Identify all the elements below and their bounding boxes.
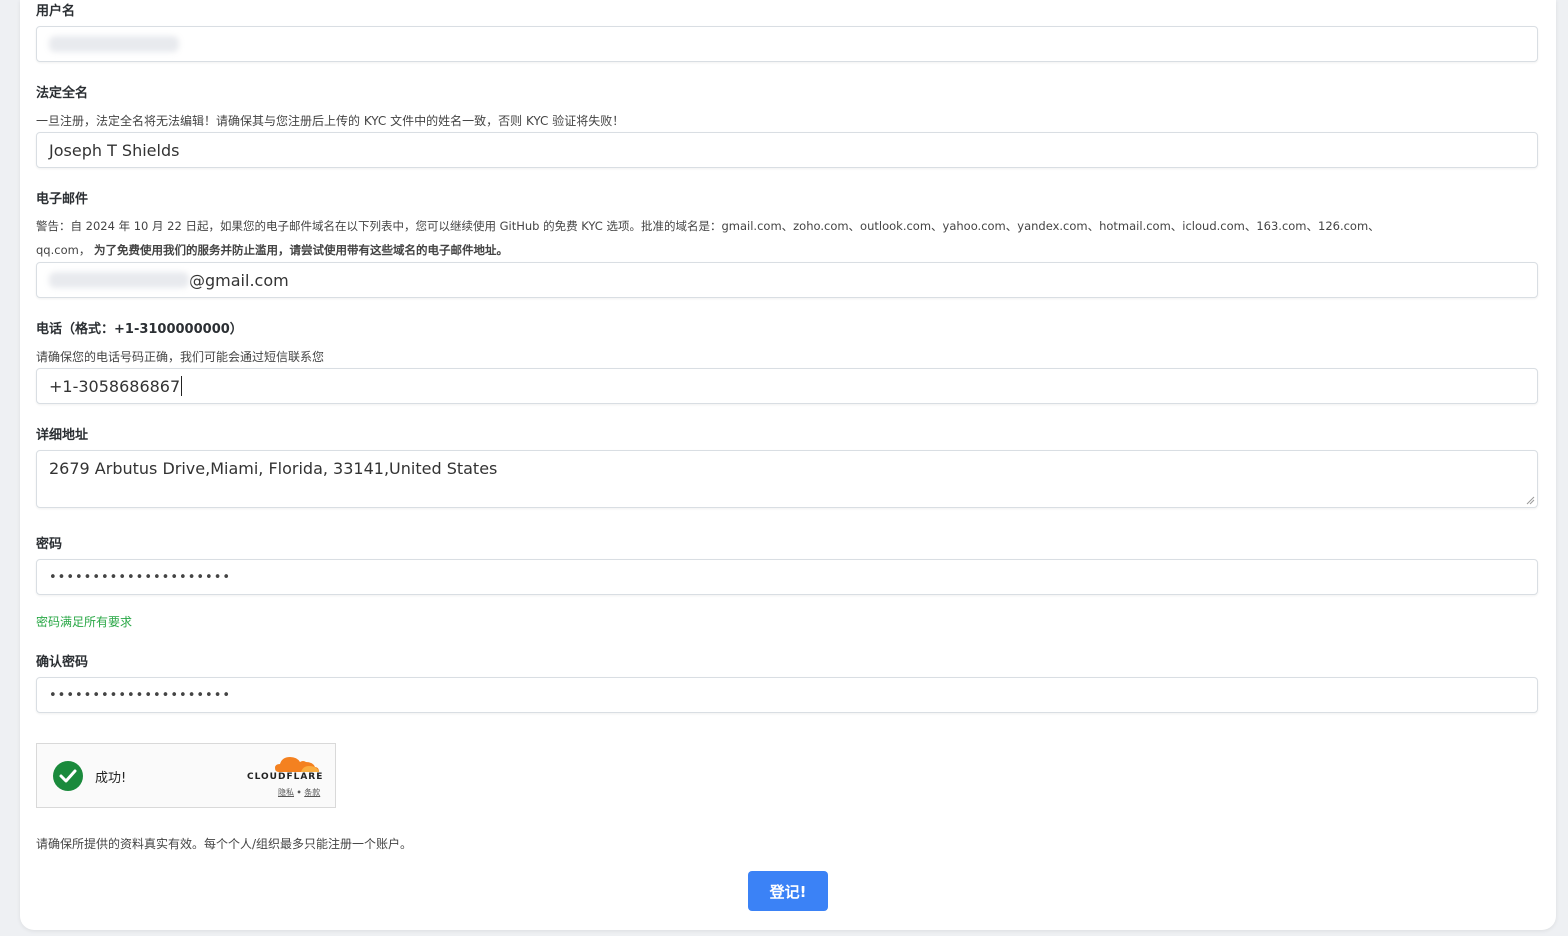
cloudflare-captcha-widget[interactable]: 成功! CLOUDFLARE 隐私 • 条款	[36, 743, 336, 808]
username-blurred-value	[49, 36, 179, 52]
legal-name-value: Joseph T Shields	[49, 140, 180, 160]
email-warning-bold: 为了免费使用我们的服务并防止滥用，请尝试使用带有这些域名的电子邮件地址。	[93, 243, 508, 257]
registration-card: 用户名 法定全名 一旦注册，法定全名将无法编辑！请确保其与您注册后上传的 KYC…	[20, 0, 1556, 930]
address-textarea[interactable]: 2679 Arbutus Drive,Miami, Florida, 33141…	[36, 450, 1538, 508]
email-warning-line1: 警告：自 2024 年 10 月 22 日起，如果您的电子邮件域名在以下列表中，…	[36, 218, 1380, 234]
cloudflare-logo-text: CLOUDFLARE	[247, 772, 324, 782]
phone-help: 请确保您的电话号码正确，我们可能会通过短信联系您	[36, 350, 325, 364]
password-input[interactable]: •••••••••••••••••••••	[36, 559, 1538, 595]
privacy-link[interactable]: 隐私	[278, 788, 294, 797]
cloudflare-links: 隐私 • 条款	[278, 787, 320, 798]
password-status: 密码满足所有要求	[36, 615, 133, 629]
legal-name-help: 一旦注册，法定全名将无法编辑！请确保其与您注册后上传的 KYC 文件中的姓名一致…	[36, 114, 625, 128]
email-label: 电子邮件	[36, 192, 89, 207]
username-label: 用户名	[36, 4, 76, 19]
text-caret	[181, 376, 183, 396]
username-input[interactable]	[36, 26, 1538, 62]
password-label: 密码	[36, 537, 63, 552]
address-value: 2679 Arbutus Drive,Miami, Florida, 33141…	[49, 459, 498, 478]
phone-input[interactable]: +1-3058686867	[36, 368, 1538, 404]
link-separator: •	[296, 788, 302, 797]
email-input[interactable]: @gmail.com	[36, 262, 1538, 298]
email-blurred-local-part	[49, 272, 189, 288]
confirm-password-input[interactable]: •••••••••••••••••••••	[36, 677, 1538, 713]
email-warning-domain: qq.com，	[36, 243, 91, 257]
resize-handle-icon[interactable]	[1526, 496, 1535, 505]
legal-name-label: 法定全名	[36, 86, 89, 101]
phone-label: 电话（格式：+1-3100000000）	[36, 322, 243, 337]
registration-note: 请确保所提供的资料真实有效。每个个人/组织最多只能注册一个账户。	[36, 837, 413, 851]
phone-value: +1-3058686867	[49, 376, 181, 396]
password-masked-value: •••••••••••••••••••••	[49, 569, 232, 585]
success-check-icon	[53, 761, 83, 791]
confirm-password-masked-value: •••••••••••••••••••••	[49, 687, 232, 703]
email-warning-line2: qq.com， 为了免费使用我们的服务并防止滥用，请尝试使用带有这些域名的电子邮…	[36, 242, 508, 258]
register-button[interactable]: 登记!	[748, 871, 828, 911]
email-warning-text: 警告：自 2024 年 10 月 22 日起，如果您的电子邮件域名在以下列表中，…	[36, 219, 1380, 233]
cloudflare-cloud-icon	[275, 757, 319, 772]
confirm-password-label: 确认密码	[36, 655, 89, 670]
legal-name-input[interactable]: Joseph T Shields	[36, 132, 1538, 168]
address-label: 详细地址	[36, 428, 89, 443]
email-domain-value: @gmail.com	[189, 270, 289, 290]
terms-link[interactable]: 条款	[304, 788, 320, 797]
captcha-status: 成功!	[95, 771, 127, 786]
